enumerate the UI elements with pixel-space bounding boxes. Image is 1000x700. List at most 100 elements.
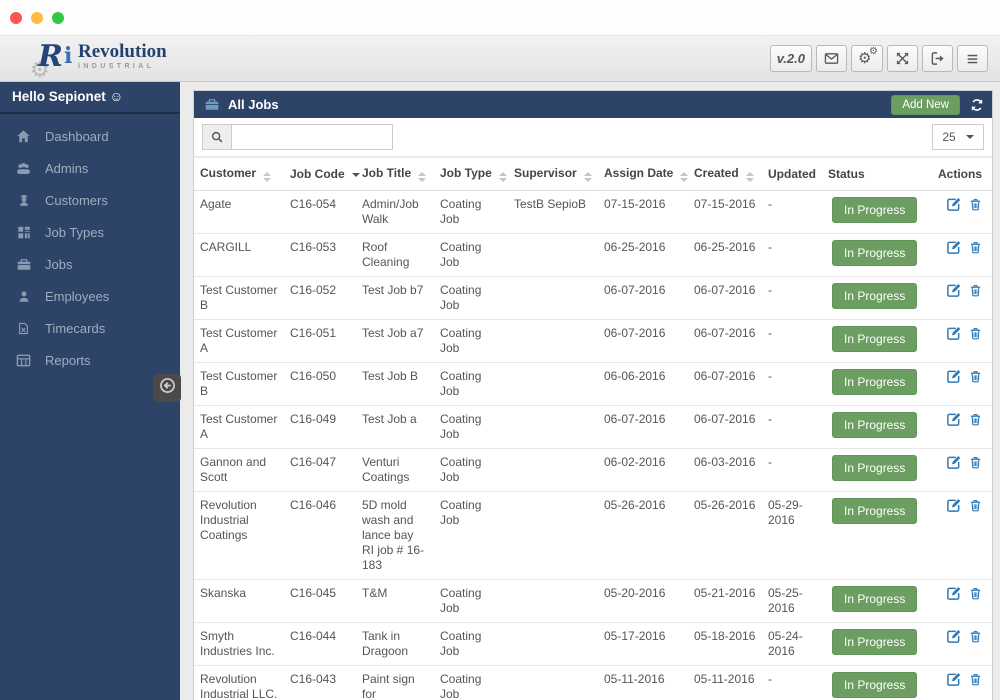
cell-updated: -	[762, 362, 826, 406]
brand-name: Revolution	[78, 40, 167, 62]
edit-icon[interactable]	[946, 326, 961, 341]
page-size-value: 25	[942, 130, 956, 144]
delete-icon[interactable]	[969, 672, 982, 687]
cell-status: In Progress	[826, 233, 926, 277]
status-badge[interactable]: In Progress	[832, 455, 918, 481]
menu-button[interactable]	[957, 45, 988, 72]
refresh-icon[interactable]	[970, 98, 984, 112]
status-badge[interactable]: In Progress	[832, 240, 918, 266]
cell-supervisor	[508, 233, 598, 277]
column-header-created[interactable]: Created	[688, 157, 762, 191]
cell-job-code: C16-047	[284, 448, 356, 492]
sort-desc-icon	[351, 173, 360, 177]
edit-icon[interactable]	[946, 498, 961, 513]
minimize-window-dot[interactable]	[31, 11, 43, 24]
sidebar-item-reports[interactable]: Reports	[0, 344, 180, 376]
edit-icon[interactable]	[946, 240, 961, 255]
cell-job-code: C16-052	[284, 276, 356, 320]
delete-icon[interactable]	[969, 629, 982, 644]
column-header-assign-date[interactable]: Assign Date	[598, 157, 689, 191]
cell-customer: Gannon and Scott	[194, 448, 284, 492]
status-badge[interactable]: In Progress	[832, 326, 918, 352]
messages-button[interactable]	[816, 45, 847, 72]
logout-button[interactable]	[922, 45, 953, 72]
column-header-job-title[interactable]: Job Title	[356, 157, 434, 191]
edit-icon[interactable]	[946, 629, 961, 644]
delete-icon[interactable]	[969, 197, 982, 212]
sidebar-item-admins[interactable]: Admins	[0, 152, 180, 184]
table-row: Revolution Industrial LLC. C16-043 Paint…	[194, 665, 992, 700]
delete-icon[interactable]	[969, 283, 982, 298]
cell-created: 05-26-2016	[688, 491, 762, 580]
fullscreen-button[interactable]	[887, 45, 918, 72]
status-badge[interactable]: In Progress	[832, 672, 918, 698]
circle-arrow-left-icon	[159, 377, 176, 399]
cell-status: In Progress	[826, 190, 926, 234]
table-header-row: Customer Job Code Job Title Job Type Sup…	[194, 157, 992, 191]
status-badge[interactable]: In Progress	[832, 283, 918, 309]
mail-icon	[823, 51, 840, 66]
status-badge[interactable]: In Progress	[832, 369, 918, 395]
cell-job-type: Coating Job	[434, 491, 508, 580]
search-input[interactable]	[231, 124, 393, 150]
cell-actions	[926, 319, 992, 363]
delete-icon[interactable]	[969, 498, 982, 513]
edit-icon[interactable]	[946, 197, 961, 212]
edit-icon[interactable]	[946, 672, 961, 687]
delete-icon[interactable]	[969, 586, 982, 601]
greeting-label: Hello Sepionet ☺	[0, 82, 180, 114]
sidebar-item-label: Employees	[45, 288, 110, 304]
column-header-job-code[interactable]: Job Code	[284, 157, 360, 191]
status-badge[interactable]: In Progress	[832, 629, 918, 655]
content-area: Hello Sepionet ☺ Dashboard Admins Custom…	[0, 82, 1000, 700]
maximize-window-dot[interactable]	[52, 11, 64, 24]
column-header-supervisor[interactable]: Supervisor	[508, 157, 598, 191]
cell-created: 06-07-2016	[688, 362, 762, 406]
delete-icon[interactable]	[969, 326, 982, 341]
sidebar-collapse-button[interactable]	[153, 374, 181, 402]
sidebar-item-customers[interactable]: Customers	[0, 184, 180, 216]
cell-status: In Progress	[826, 362, 926, 406]
logo-letter-dot: i	[64, 42, 73, 69]
page-size-select[interactable]: 25	[932, 124, 984, 150]
cell-created: 06-07-2016	[688, 405, 762, 449]
sidebar-item-job-types[interactable]: Job Types	[0, 216, 180, 248]
cell-updated: 05-24-2016	[762, 622, 826, 666]
status-badge[interactable]: In Progress	[832, 498, 918, 524]
cell-actions	[926, 190, 992, 234]
add-new-button[interactable]: Add New	[891, 94, 960, 115]
sidebar-item-dashboard[interactable]: Dashboard	[0, 120, 180, 152]
cell-job-code: C16-051	[284, 319, 356, 363]
cell-created: 06-07-2016	[688, 319, 762, 363]
table-row: CARGILL C16-053 Roof Cleaning Coating Jo…	[194, 233, 992, 277]
edit-icon[interactable]	[946, 369, 961, 384]
cell-job-type: Coating Job	[434, 448, 508, 492]
delete-icon[interactable]	[969, 455, 982, 470]
brand-logo[interactable]: ⚙ R i Revolution INDUSTRIAL	[30, 39, 167, 83]
sort-icon	[418, 172, 427, 182]
cell-supervisor	[508, 491, 598, 580]
edit-icon[interactable]	[946, 283, 961, 298]
edit-icon[interactable]	[946, 586, 961, 601]
settings-button[interactable]: ⚙ ⚙	[851, 45, 883, 72]
sidebar-item-jobs[interactable]: Jobs	[0, 248, 180, 280]
sidebar-item-employees[interactable]: Employees	[0, 280, 180, 312]
edit-icon[interactable]	[946, 455, 961, 470]
delete-icon[interactable]	[969, 240, 982, 255]
delete-icon[interactable]	[969, 369, 982, 384]
delete-icon[interactable]	[969, 412, 982, 427]
status-badge[interactable]: In Progress	[832, 412, 918, 438]
cell-assign-date: 05-26-2016	[598, 491, 688, 580]
column-header-status: Status	[826, 157, 926, 191]
chevron-down-icon	[965, 135, 974, 139]
logo-mark: ⚙ R i	[30, 39, 76, 83]
status-badge[interactable]: In Progress	[832, 586, 918, 612]
close-window-dot[interactable]	[10, 11, 22, 24]
edit-icon[interactable]	[946, 412, 961, 427]
column-header-job-type[interactable]: Job Type	[434, 157, 508, 191]
cell-actions	[926, 448, 992, 492]
sidebar-item-timecards[interactable]: Timecards	[0, 312, 180, 344]
status-badge[interactable]: In Progress	[832, 197, 918, 223]
column-header-customer[interactable]: Customer	[194, 157, 284, 191]
cell-supervisor: TestB SepioB	[508, 190, 598, 234]
